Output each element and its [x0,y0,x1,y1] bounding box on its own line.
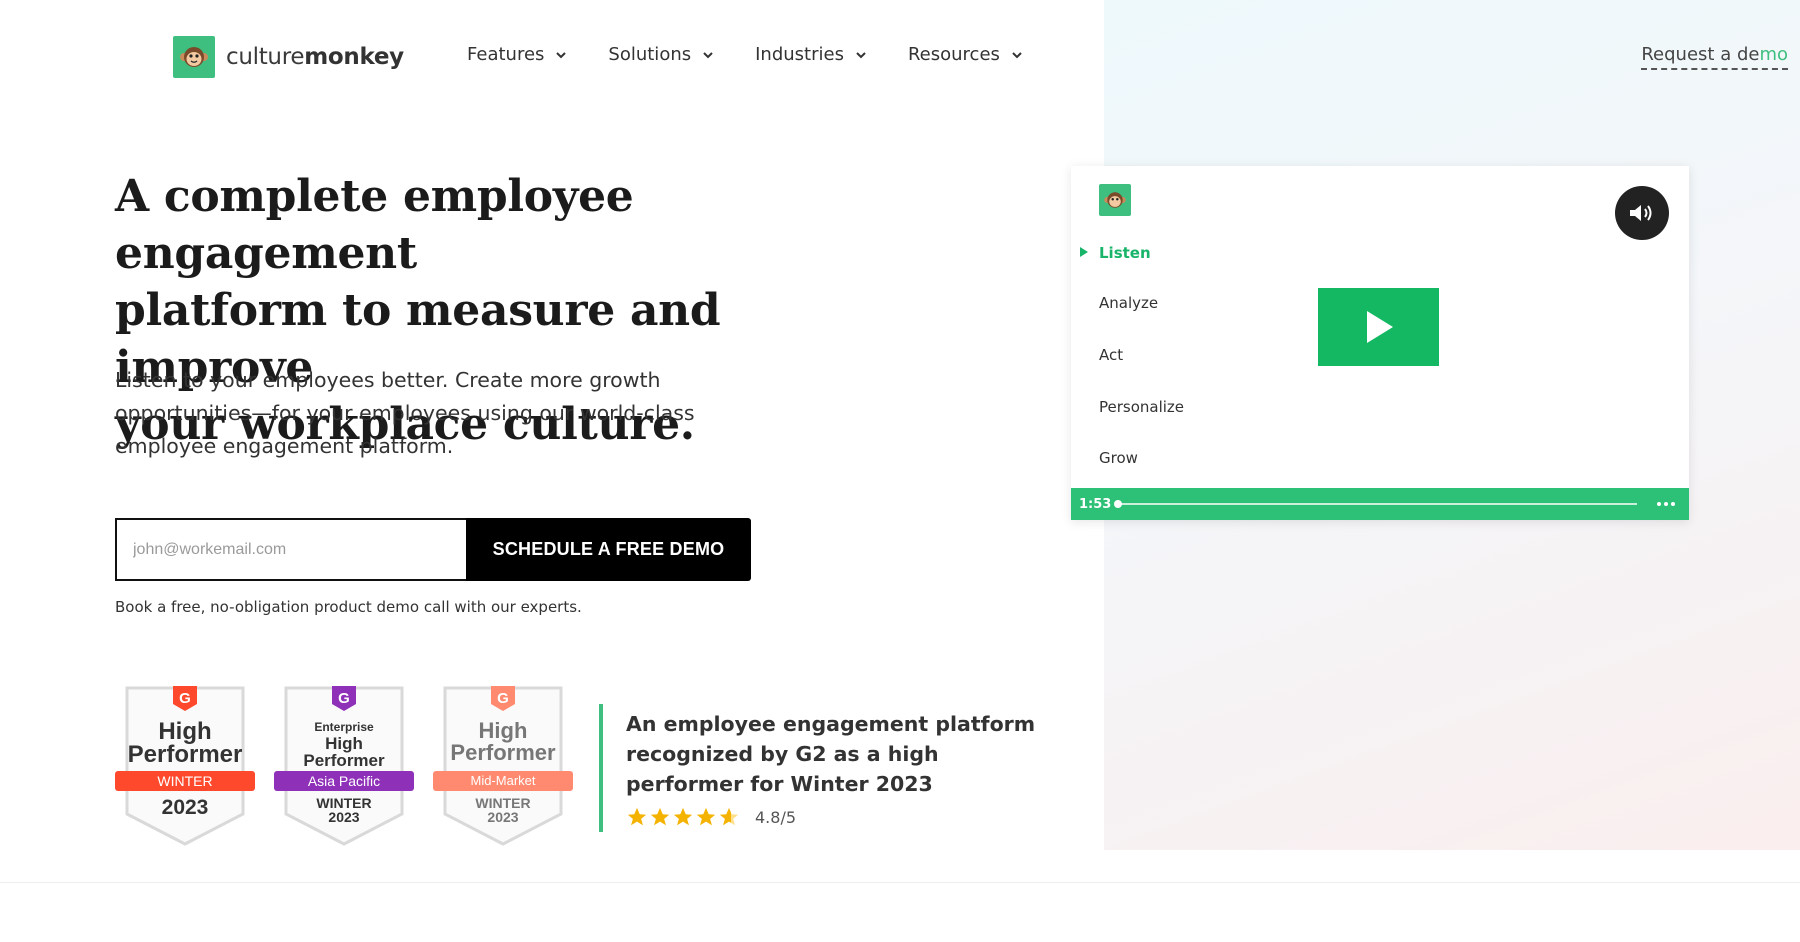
star-icon [627,807,647,826]
badge-line: Performer [127,741,243,768]
star-icon [696,807,716,826]
badge-line: Performer [450,740,556,765]
video-time: 1:53 [1079,496,1112,512]
nav-solutions[interactable]: Solutions [608,44,715,65]
nav-solutions-label: Solutions [608,44,692,65]
nav-resources-label: Resources [907,44,1000,65]
logo-text: culturemonkey [226,44,404,70]
nav-industries[interactable]: Industries [755,44,868,65]
video-player[interactable]: Listen Analyze Act Personalize Grow 1:53 [1071,166,1689,520]
chapter-act[interactable]: Act [1099,346,1123,364]
badge-season-year: WINTER 2023 [433,796,573,824]
request-demo-link[interactable]: Request a demo [1641,44,1788,70]
chapter-analyze[interactable]: Analyze [1099,294,1158,312]
hero-title-line-1: A complete employee engagement [115,171,634,279]
g2-recognition-text: An employee engagement platform recogniz… [626,712,1036,796]
badge-season-year: WINTER 2023 [274,796,414,824]
chapter-grow[interactable]: Grow [1099,449,1138,467]
request-demo-de: de [1736,44,1760,65]
chevron-down-icon [1010,48,1024,62]
chapter-label: Grow [1099,449,1138,467]
request-demo-prefix: Request a [1641,44,1737,65]
email-input[interactable] [115,518,466,581]
star-rating: 4.8/5 [626,806,796,828]
monkey-logo-icon [173,36,215,78]
form-note: Book a free, no-obligation product demo … [115,598,582,616]
badge-ribbon: Asia Pacific [307,773,381,789]
badge-title: High Performer [433,720,573,764]
chapter-label: Listen [1099,244,1151,262]
chapter-label: Act [1099,346,1124,364]
chevron-down-icon [854,48,868,62]
speaker-icon [1630,205,1652,221]
svg-text:G: G [338,690,350,707]
monkey-logo-icon [1099,184,1131,216]
logo[interactable]: culturemonkey [173,36,404,78]
badge-title: High Performer [115,720,255,768]
video-control-bar: 1:53 [1071,488,1689,520]
star-half-icon [719,807,739,826]
svg-text:G: G [497,690,509,707]
badge-ribbon: WINTER [157,773,213,789]
chevron-down-icon [701,48,715,62]
badge-year: 2023 [161,796,209,819]
nav-features[interactable]: Features [467,44,568,65]
more-icon[interactable] [1651,502,1681,506]
badge-ribbon: Mid-Market [470,773,536,788]
chapter-label: Analyze [1099,294,1159,312]
main-nav: Features Solutions Industries Resources [467,44,1064,65]
chapter-listen[interactable]: Listen [1080,244,1151,262]
play-icon [1366,311,1393,343]
sound-button[interactable] [1615,186,1669,240]
g2-badge-high-performer: G High Performer WINTER 2023 [115,686,255,846]
badge-year: 2023 [328,809,360,825]
nav-industries-label: Industries [755,44,844,65]
chapter-personalize[interactable]: Personalize [1099,398,1184,416]
star-icon [673,807,693,826]
badge-title: High Performer [274,735,414,769]
nav-resources[interactable]: Resources [908,44,1024,65]
request-demo-mo: mo [1759,44,1788,65]
progress-track[interactable] [1114,500,1637,508]
chapter-label: Personalize [1099,398,1185,416]
svg-text:G: G [179,690,191,707]
rating-text: 4.8/5 [755,807,797,827]
schedule-demo-button[interactable]: SCHEDULE A FREE DEMO [466,518,751,581]
g2-badges: G High Performer WINTER 2023 G Enterprise… [115,686,592,846]
play-button[interactable] [1318,288,1439,366]
g2-divider [599,704,603,832]
demo-form: SCHEDULE A FREE DEMO [115,518,751,581]
star-icon [650,807,670,826]
chevron-down-icon [554,48,568,62]
badge-segment: Enterprise [314,720,374,734]
g2-badge-mid-market-high-performer: G High Performer Mid-Market WINTER 2023 [433,686,573,846]
hero-subtitle: Listen to your employees better. Create … [115,368,695,458]
badge-year: 2023 [487,809,519,825]
play-indicator-icon [1080,247,1088,257]
progress-knob[interactable] [1114,500,1122,508]
section-divider [0,882,1800,883]
g2-badge-enterprise-high-performer: G Enterprise High Performer Asia Pacific … [274,686,414,846]
nav-features-label: Features [467,44,545,65]
badge-line: Performer [303,751,385,770]
